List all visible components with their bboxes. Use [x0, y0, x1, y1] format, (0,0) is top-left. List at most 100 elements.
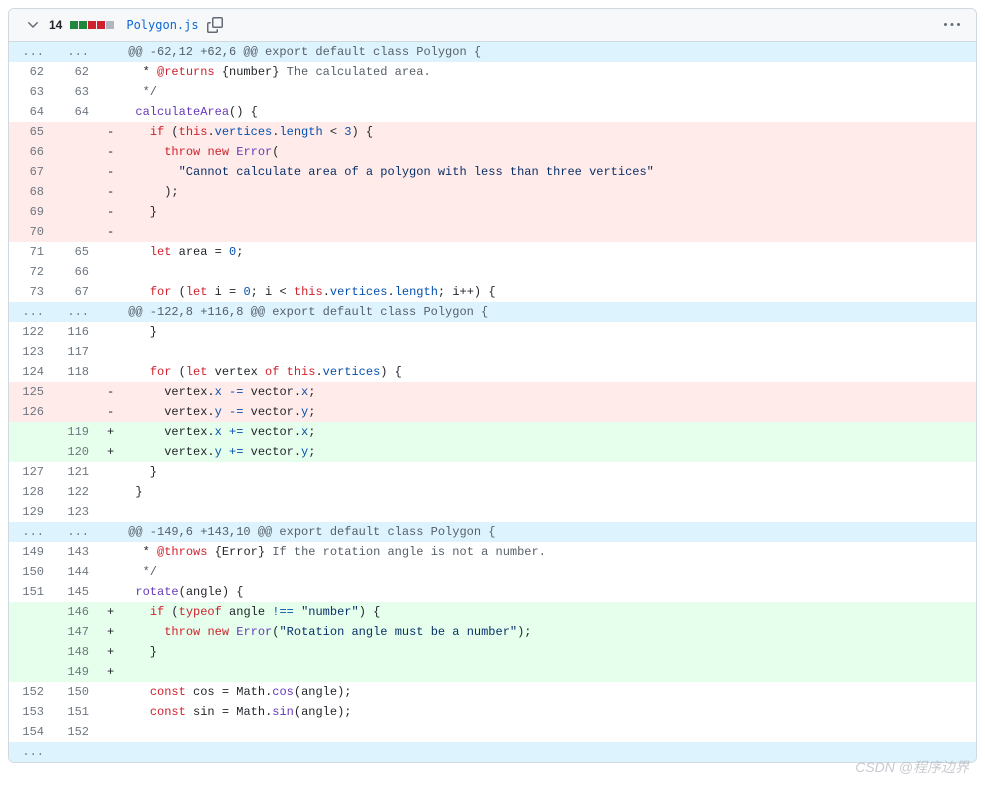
new-line-number[interactable]: 66 [54, 262, 99, 282]
new-line-number[interactable]: 65 [54, 242, 99, 262]
new-line-number[interactable]: 123 [54, 502, 99, 522]
old-line-number[interactable]: 64 [9, 102, 54, 122]
expand-icon[interactable]: ... [54, 302, 99, 322]
code-cell[interactable]: - vertex.x -= vector.x; [99, 382, 976, 402]
new-line-number[interactable] [54, 122, 99, 142]
expand-icon[interactable]: ... [54, 522, 99, 542]
new-line-number[interactable]: 147 [54, 622, 99, 642]
new-line-number[interactable]: 150 [54, 682, 99, 702]
new-line-number[interactable]: 149 [54, 662, 99, 682]
code-cell[interactable]: - [99, 222, 976, 242]
code-cell[interactable]: const cos = Math.cos(angle); [99, 682, 976, 702]
new-line-number[interactable]: 122 [54, 482, 99, 502]
old-line-number[interactable]: 123 [9, 342, 54, 362]
code-cell[interactable]: * @throws {Error} If the rotation angle … [99, 542, 976, 562]
code-cell[interactable]: - "Cannot calculate area of a polygon wi… [99, 162, 976, 182]
old-line-number[interactable]: 68 [9, 182, 54, 202]
new-line-number[interactable] [54, 182, 99, 202]
code-cell[interactable]: + } [99, 642, 976, 662]
new-line-number[interactable]: 117 [54, 342, 99, 362]
code-cell[interactable] [99, 262, 976, 282]
expand-icon[interactable]: ... [54, 42, 99, 62]
new-line-number[interactable]: 63 [54, 82, 99, 102]
new-line-number[interactable]: 119 [54, 422, 99, 442]
old-line-number[interactable] [9, 602, 54, 622]
new-line-number[interactable]: 67 [54, 282, 99, 302]
old-line-number[interactable]: 66 [9, 142, 54, 162]
new-line-number[interactable]: 121 [54, 462, 99, 482]
code-cell[interactable]: } [99, 462, 976, 482]
old-line-number[interactable] [9, 662, 54, 682]
old-line-number[interactable]: 73 [9, 282, 54, 302]
old-line-number[interactable]: 150 [9, 562, 54, 582]
code-cell[interactable]: - } [99, 202, 976, 222]
old-line-number[interactable]: 70 [9, 222, 54, 242]
old-line-number[interactable] [9, 442, 54, 462]
new-line-number[interactable]: 120 [54, 442, 99, 462]
code-cell[interactable]: - ); [99, 182, 976, 202]
code-cell[interactable]: for (let vertex of this.vertices) { [99, 362, 976, 382]
new-line-number[interactable]: 151 [54, 702, 99, 722]
new-line-number[interactable]: 118 [54, 362, 99, 382]
old-line-number[interactable]: 65 [9, 122, 54, 142]
old-line-number[interactable]: 151 [9, 582, 54, 602]
new-line-number[interactable] [54, 142, 99, 162]
new-line-number[interactable] [54, 162, 99, 182]
old-line-number[interactable]: 128 [9, 482, 54, 502]
code-cell[interactable]: + [99, 662, 976, 682]
code-cell[interactable]: + if (typeof angle !== "number") { [99, 602, 976, 622]
old-line-number[interactable]: 125 [9, 382, 54, 402]
expand-icon[interactable]: ... [9, 742, 54, 762]
code-cell[interactable] [99, 342, 976, 362]
new-line-number[interactable]: 62 [54, 62, 99, 82]
old-line-number[interactable]: 153 [9, 702, 54, 722]
new-line-number[interactable]: 148 [54, 642, 99, 662]
code-cell[interactable] [99, 502, 976, 522]
old-line-number[interactable]: 69 [9, 202, 54, 222]
code-cell[interactable]: calculateArea() { [99, 102, 976, 122]
new-line-number[interactable]: 144 [54, 562, 99, 582]
new-line-number[interactable] [54, 382, 99, 402]
expand-icon[interactable] [54, 742, 99, 762]
code-cell[interactable]: const sin = Math.sin(angle); [99, 702, 976, 722]
file-name-link[interactable]: Polygon.js [126, 18, 198, 32]
code-cell[interactable]: let area = 0; [99, 242, 976, 262]
new-line-number[interactable]: 145 [54, 582, 99, 602]
code-cell[interactable]: for (let i = 0; i < this.vertices.length… [99, 282, 976, 302]
old-line-number[interactable]: 152 [9, 682, 54, 702]
old-line-number[interactable]: 127 [9, 462, 54, 482]
new-line-number[interactable]: 64 [54, 102, 99, 122]
code-cell[interactable]: */ [99, 82, 976, 102]
collapse-chevron-icon[interactable] [25, 17, 41, 33]
expand-icon[interactable]: ... [9, 302, 54, 322]
old-line-number[interactable]: 154 [9, 722, 54, 742]
old-line-number[interactable] [9, 422, 54, 442]
new-line-number[interactable] [54, 222, 99, 242]
code-cell[interactable]: * @returns {number} The calculated area. [99, 62, 976, 82]
code-cell[interactable]: + throw new Error("Rotation angle must b… [99, 622, 976, 642]
old-line-number[interactable]: 124 [9, 362, 54, 382]
old-line-number[interactable]: 63 [9, 82, 54, 102]
expand-icon[interactable]: ... [9, 42, 54, 62]
code-cell[interactable]: + vertex.x += vector.x; [99, 422, 976, 442]
old-line-number[interactable] [9, 642, 54, 662]
copy-path-icon[interactable] [207, 17, 223, 33]
code-cell[interactable]: - if (this.vertices.length < 3) { [99, 122, 976, 142]
old-line-number[interactable]: 62 [9, 62, 54, 82]
old-line-number[interactable]: 67 [9, 162, 54, 182]
code-cell[interactable]: - throw new Error( [99, 142, 976, 162]
old-line-number[interactable]: 122 [9, 322, 54, 342]
old-line-number[interactable]: 149 [9, 542, 54, 562]
old-line-number[interactable]: 72 [9, 262, 54, 282]
new-line-number[interactable]: 116 [54, 322, 99, 342]
old-line-number[interactable]: 126 [9, 402, 54, 422]
code-cell[interactable]: } [99, 322, 976, 342]
new-line-number[interactable]: 143 [54, 542, 99, 562]
code-cell[interactable]: rotate(angle) { [99, 582, 976, 602]
code-cell[interactable]: } [99, 482, 976, 502]
new-line-number[interactable]: 152 [54, 722, 99, 742]
expand-icon[interactable]: ... [9, 522, 54, 542]
code-cell[interactable]: + vertex.y += vector.y; [99, 442, 976, 462]
new-line-number[interactable] [54, 402, 99, 422]
old-line-number[interactable] [9, 622, 54, 642]
